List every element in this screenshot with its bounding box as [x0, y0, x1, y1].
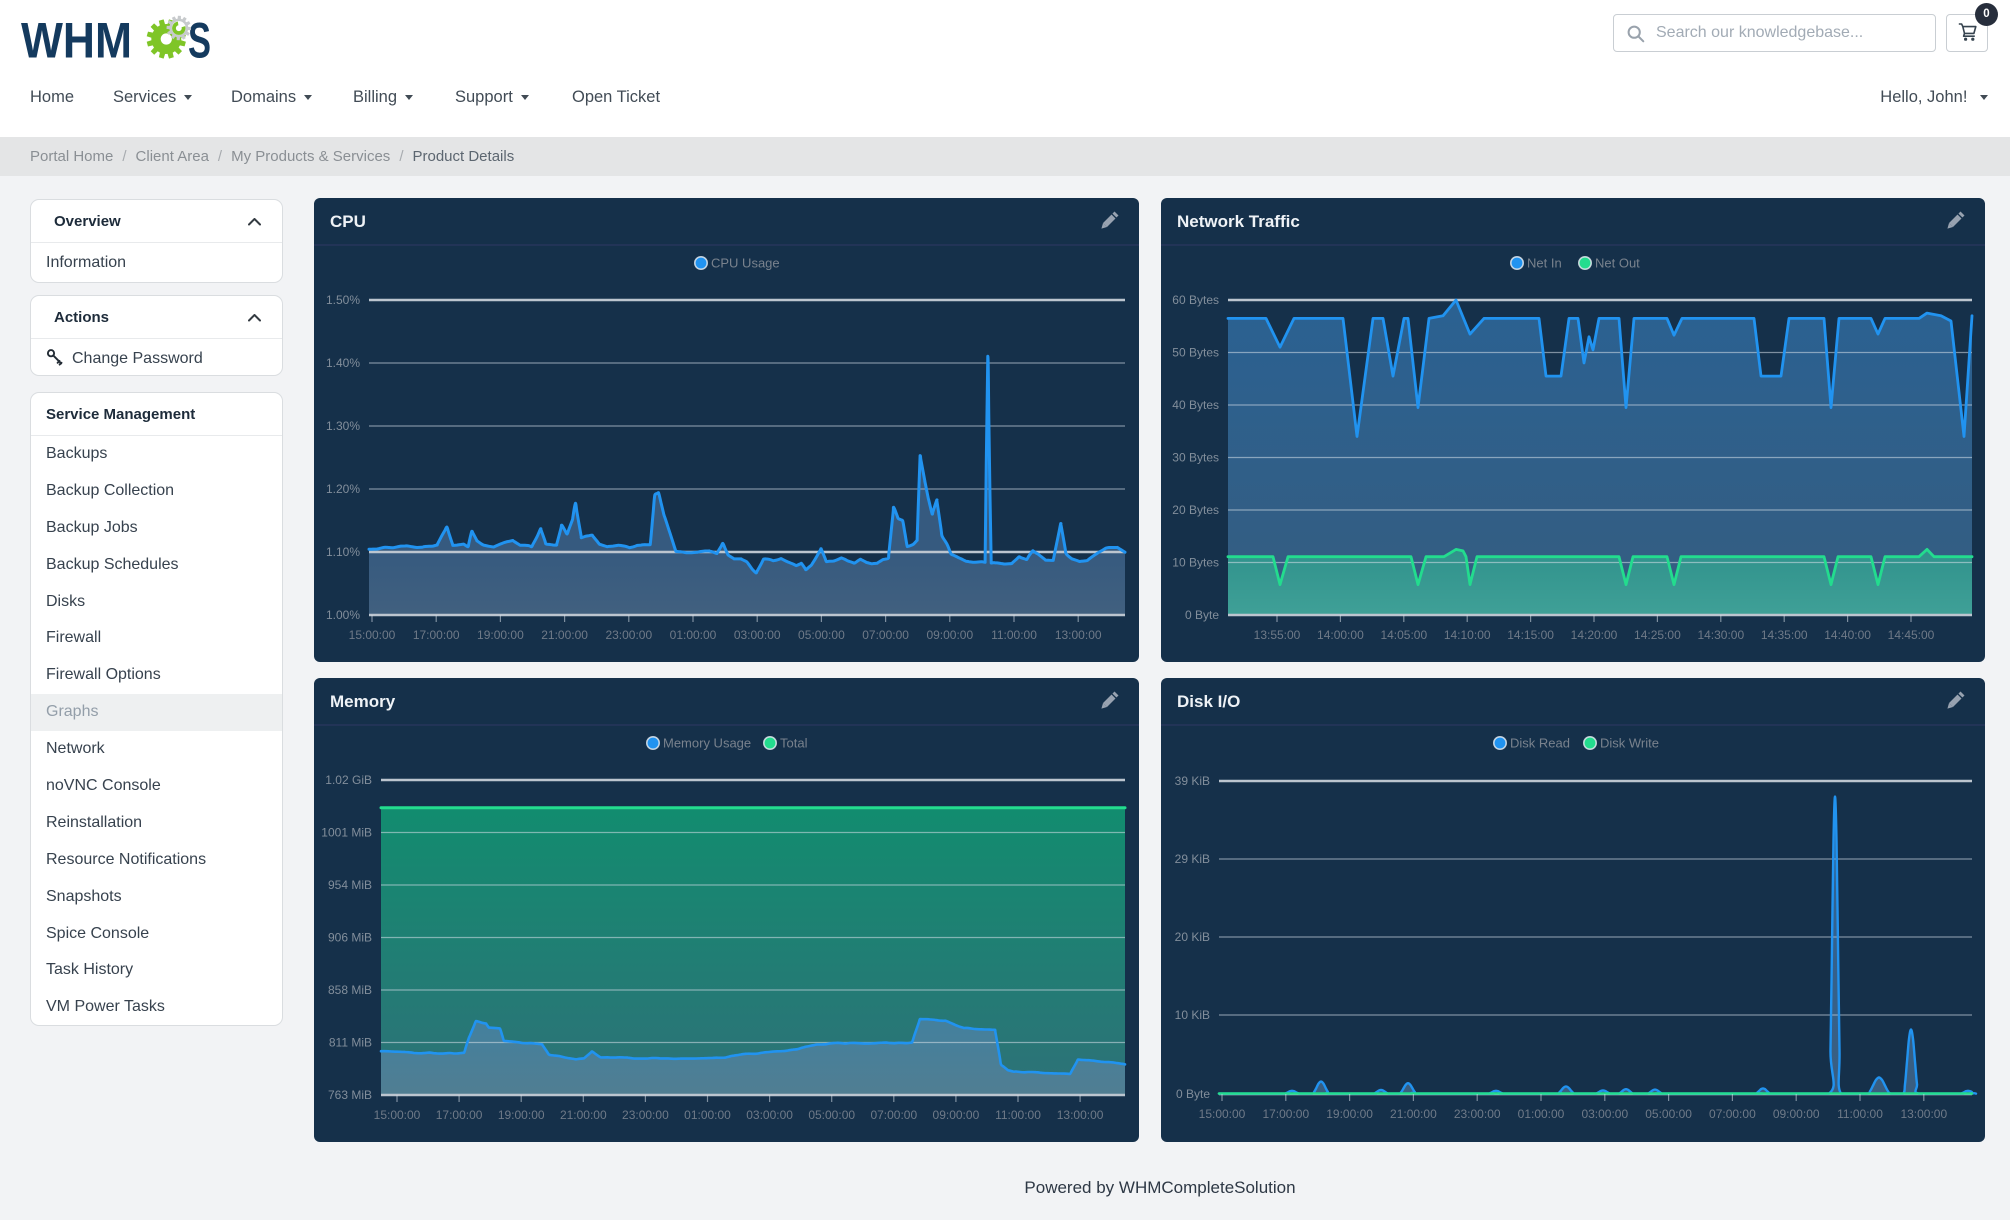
svg-text:Net In: Net In	[1527, 256, 1562, 271]
svg-text:1.40%: 1.40%	[326, 356, 360, 370]
svg-text:20 KiB: 20 KiB	[1175, 930, 1210, 944]
svg-text:01:00:00: 01:00:00	[1518, 1107, 1565, 1121]
svg-text:19:00:00: 19:00:00	[477, 628, 524, 642]
svg-text:11:00:00: 11:00:00	[1837, 1107, 1883, 1121]
svg-text:19:00:00: 19:00:00	[1326, 1107, 1373, 1121]
svg-text:13:55:00: 13:55:00	[1254, 628, 1301, 642]
svg-text:09:00:00: 09:00:00	[1773, 1107, 1820, 1121]
svg-text:14:35:00: 14:35:00	[1761, 628, 1808, 642]
svg-text:14:25:00: 14:25:00	[1634, 628, 1681, 642]
svg-text:13:00:00: 13:00:00	[1055, 628, 1102, 642]
svg-text:05:00:00: 05:00:00	[1645, 1107, 1692, 1121]
svg-text:1001 MiB: 1001 MiB	[321, 826, 372, 840]
svg-text:07:00:00: 07:00:00	[870, 1108, 917, 1122]
svg-text:40 Bytes: 40 Bytes	[1172, 398, 1219, 412]
svg-text:09:00:00: 09:00:00	[933, 1108, 980, 1122]
svg-text:14:05:00: 14:05:00	[1380, 628, 1427, 642]
svg-text:14:30:00: 14:30:00	[1697, 628, 1744, 642]
svg-text:19:00:00: 19:00:00	[498, 1108, 545, 1122]
svg-text:03:00:00: 03:00:00	[734, 628, 781, 642]
svg-text:60 Bytes: 60 Bytes	[1172, 293, 1219, 307]
svg-text:14:40:00: 14:40:00	[1824, 628, 1871, 642]
svg-text:S: S	[188, 13, 211, 69]
svg-text:14:10:00: 14:10:00	[1444, 628, 1491, 642]
svg-text:Memory Usage: Memory Usage	[663, 736, 751, 751]
svg-text:20 Bytes: 20 Bytes	[1172, 503, 1219, 517]
svg-text:30 Bytes: 30 Bytes	[1172, 451, 1219, 465]
svg-text:WHM: WHM	[21, 13, 132, 69]
svg-text:1.20%: 1.20%	[326, 482, 360, 496]
svg-text:14:20:00: 14:20:00	[1571, 628, 1618, 642]
svg-text:14:15:00: 14:15:00	[1507, 628, 1554, 642]
svg-text:07:00:00: 07:00:00	[862, 628, 909, 642]
svg-text:21:00:00: 21:00:00	[560, 1108, 607, 1122]
svg-text:954 MiB: 954 MiB	[328, 878, 372, 892]
svg-text:14:45:00: 14:45:00	[1888, 628, 1935, 642]
svg-text:1.02 GiB: 1.02 GiB	[325, 773, 372, 787]
svg-text:17:00:00: 17:00:00	[1262, 1107, 1309, 1121]
svg-text:17:00:00: 17:00:00	[436, 1108, 483, 1122]
svg-text:14:00:00: 14:00:00	[1317, 628, 1364, 642]
svg-text:01:00:00: 01:00:00	[684, 1108, 731, 1122]
svg-text:0 Byte: 0 Byte	[1176, 1087, 1210, 1101]
svg-text:0 Byte: 0 Byte	[1185, 608, 1219, 622]
svg-text:Total: Total	[780, 736, 808, 751]
svg-text:03:00:00: 03:00:00	[1581, 1107, 1628, 1121]
svg-text:21:00:00: 21:00:00	[541, 628, 588, 642]
svg-text:23:00:00: 23:00:00	[622, 1108, 669, 1122]
svg-text:05:00:00: 05:00:00	[808, 1108, 855, 1122]
svg-text:01:00:00: 01:00:00	[670, 628, 717, 642]
svg-text:21:00:00: 21:00:00	[1390, 1107, 1437, 1121]
svg-text:10 KiB: 10 KiB	[1175, 1008, 1210, 1022]
svg-text:39 KiB: 39 KiB	[1175, 774, 1210, 788]
svg-text:13:00:00: 13:00:00	[1900, 1107, 1947, 1121]
svg-text:Disk Write: Disk Write	[1600, 736, 1659, 751]
svg-text:15:00:00: 15:00:00	[1199, 1107, 1246, 1121]
svg-text:1.00%: 1.00%	[326, 608, 360, 622]
svg-text:Disk Read: Disk Read	[1510, 736, 1570, 751]
svg-text:23:00:00: 23:00:00	[605, 628, 652, 642]
svg-text:03:00:00: 03:00:00	[746, 1108, 793, 1122]
svg-text:CPU Usage: CPU Usage	[711, 256, 780, 271]
svg-text:1.30%: 1.30%	[326, 419, 360, 433]
svg-text:13:00:00: 13:00:00	[1057, 1108, 1104, 1122]
svg-text:Net Out: Net Out	[1595, 256, 1640, 271]
svg-text:763 MiB: 763 MiB	[328, 1088, 372, 1102]
svg-text:15:00:00: 15:00:00	[374, 1108, 421, 1122]
svg-text:906 MiB: 906 MiB	[328, 931, 372, 945]
svg-text:11:00:00: 11:00:00	[995, 1108, 1041, 1122]
svg-text:1.50%: 1.50%	[326, 293, 360, 307]
svg-text:50 Bytes: 50 Bytes	[1172, 346, 1219, 360]
svg-text:23:00:00: 23:00:00	[1454, 1107, 1501, 1121]
svg-text:10 Bytes: 10 Bytes	[1172, 556, 1219, 570]
svg-text:05:00:00: 05:00:00	[798, 628, 845, 642]
svg-text:858 MiB: 858 MiB	[328, 983, 372, 997]
svg-text:29 KiB: 29 KiB	[1175, 852, 1210, 866]
svg-text:15:00:00: 15:00:00	[349, 628, 396, 642]
svg-text:17:00:00: 17:00:00	[413, 628, 460, 642]
svg-text:11:00:00: 11:00:00	[991, 628, 1037, 642]
svg-text:07:00:00: 07:00:00	[1709, 1107, 1756, 1121]
svg-text:811 MiB: 811 MiB	[329, 1036, 372, 1050]
svg-text:1.10%: 1.10%	[326, 545, 360, 559]
svg-text:09:00:00: 09:00:00	[926, 628, 973, 642]
